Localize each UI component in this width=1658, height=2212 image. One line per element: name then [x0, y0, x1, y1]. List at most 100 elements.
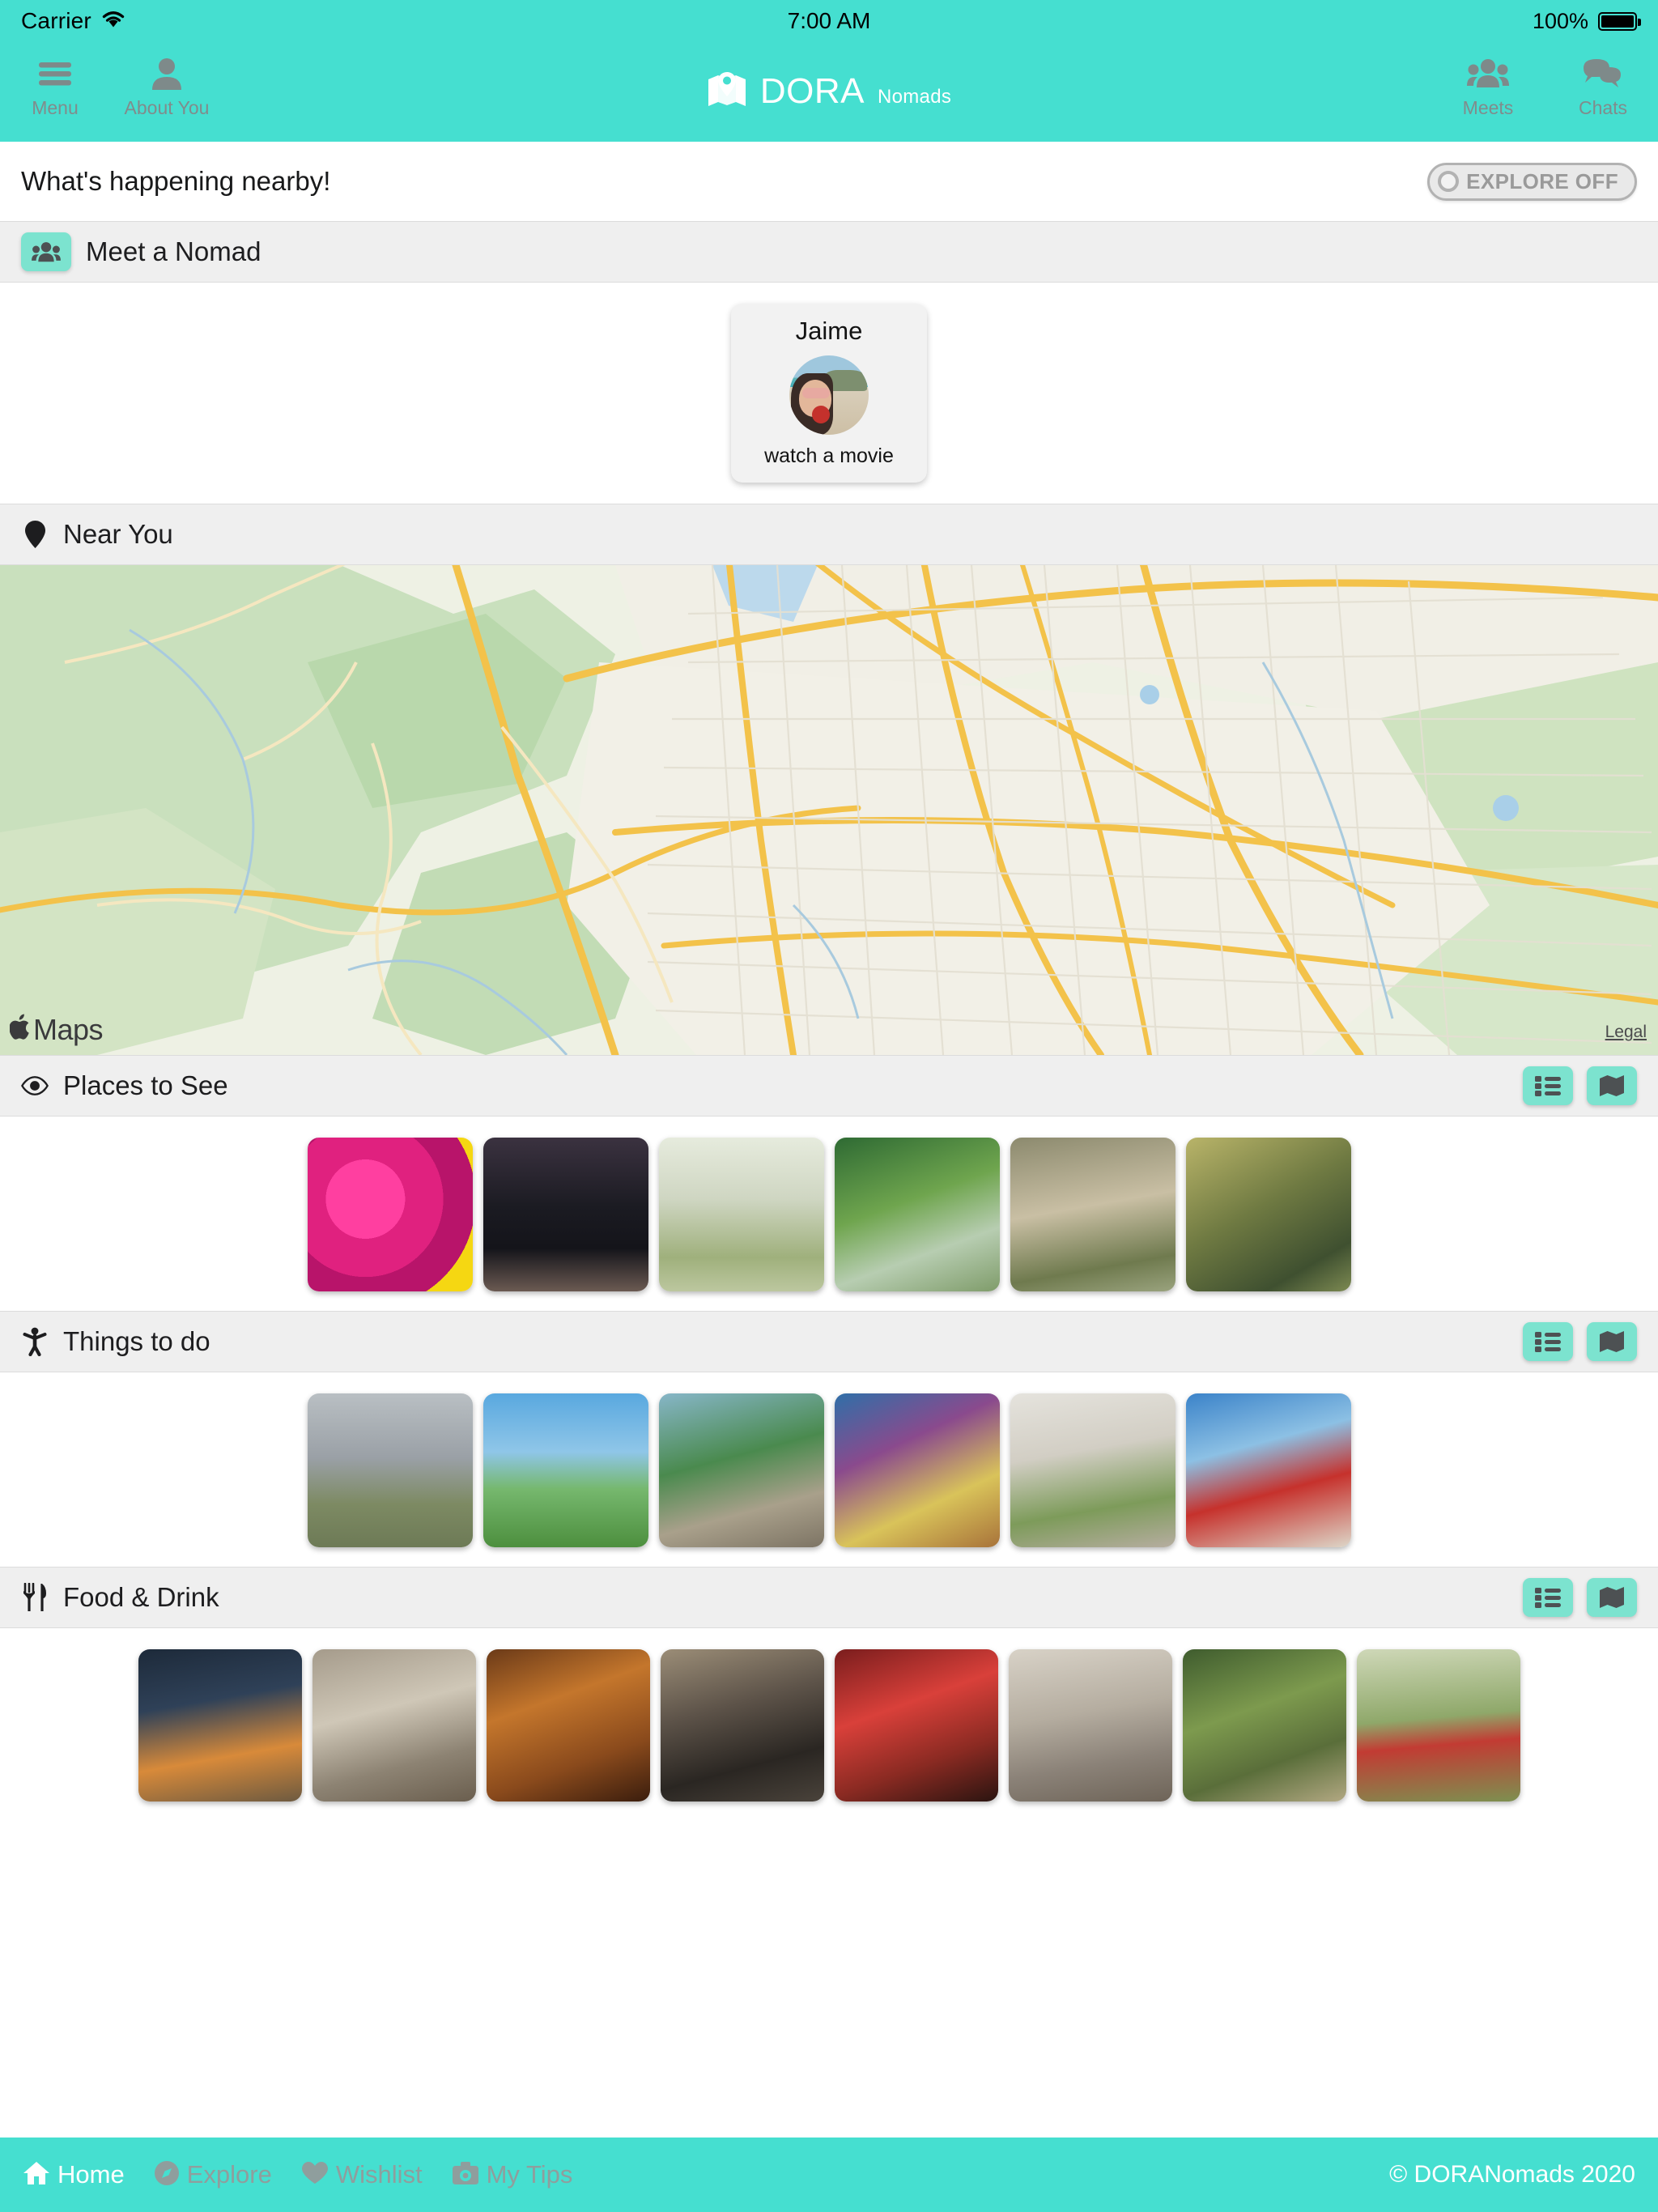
- thumbnail[interactable]: [307, 1393, 473, 1547]
- apple-logo-icon: [9, 1013, 31, 1047]
- thumbnail[interactable]: [1182, 1649, 1346, 1802]
- nav-button-menu[interactable]: Menu: [18, 53, 92, 119]
- avatar: [789, 355, 869, 435]
- person-activity-icon: [21, 1327, 49, 1356]
- eye-icon: [21, 1075, 49, 1096]
- section-title-things-to-do: Things to do: [63, 1326, 210, 1356]
- list-view-icon[interactable]: [1523, 1322, 1573, 1361]
- section-title-food-and-drink: Food & Drink: [63, 1582, 219, 1612]
- heart-icon: [301, 2161, 329, 2189]
- thumbnail[interactable]: [1008, 1649, 1172, 1802]
- map-view-icon[interactable]: [1587, 1066, 1637, 1105]
- hamburger-menu-icon: [37, 53, 73, 94]
- thumbnail-row-food-and-drink: [0, 1628, 1658, 1821]
- section-header-food-and-drink: Food & Drink: [0, 1567, 1658, 1628]
- section-view-toggle-places-to-see: [1523, 1066, 1637, 1105]
- home-icon: [23, 2160, 50, 2190]
- bottom-navigation-bar: Home Explore Wishlist My Tips © DORANoma…: [0, 2138, 1658, 2212]
- thumbnail[interactable]: [834, 1138, 1000, 1291]
- map-legal-link[interactable]: Legal: [1605, 1023, 1647, 1042]
- thumbnail[interactable]: [1356, 1649, 1520, 1802]
- section-view-toggle-food-and-drink: [1523, 1578, 1637, 1617]
- footer-item-wishlist[interactable]: Wishlist: [301, 2160, 423, 2189]
- app-root: Carrier 7:00 AM 100% Menu About You DORA…: [0, 0, 1658, 2212]
- footer-label-my-tips: My Tips: [486, 2160, 573, 2189]
- footer-copyright: © DORANomads 2020: [1389, 2161, 1635, 2188]
- battery-full-icon: [1598, 11, 1641, 31]
- footer-label-home: Home: [57, 2160, 125, 2189]
- map-view-icon[interactable]: [1587, 1322, 1637, 1361]
- whats-happening-bar: What's happening nearby! EXPLORE OFF: [0, 142, 1658, 221]
- content-spacer: [0, 1821, 1658, 2138]
- footer-label-wishlist: Wishlist: [335, 2160, 423, 2189]
- toggle-knob-icon: [1438, 171, 1460, 192]
- section-title-places-to-see: Places to See: [63, 1070, 228, 1100]
- nomad-activity: watch a movie: [764, 445, 894, 467]
- map-pin-fold-icon: [707, 70, 747, 113]
- nav-label-chats: Chats: [1578, 97, 1628, 118]
- list-view-icon[interactable]: [1523, 1066, 1573, 1105]
- fork-knife-icon: [21, 1583, 49, 1612]
- thumbnail[interactable]: [312, 1649, 476, 1802]
- chat-bubbles-icon: [1582, 53, 1624, 94]
- map-view-icon[interactable]: [1587, 1578, 1637, 1617]
- nomad-card-strip: Jaime watch a movie: [0, 283, 1658, 504]
- thumbnail[interactable]: [138, 1649, 302, 1802]
- camera-icon: [452, 2161, 479, 2189]
- status-bar-right: 100%: [1532, 8, 1641, 34]
- status-time: 7:00 AM: [787, 8, 871, 33]
- map-attribution-label: Maps: [33, 1013, 104, 1046]
- footer-label-explore: Explore: [186, 2160, 272, 2189]
- status-bar: Carrier 7:00 AM 100%: [0, 0, 1658, 42]
- footer-item-home[interactable]: Home: [23, 2160, 125, 2190]
- thumbnail[interactable]: [1185, 1393, 1351, 1547]
- whats-happening-title: What's happening nearby!: [21, 166, 331, 196]
- thumbnail-row-places-to-see: [0, 1117, 1658, 1311]
- topnav-left-group: Menu About You: [18, 53, 209, 119]
- thumbnail[interactable]: [483, 1393, 648, 1547]
- section-header-things-to-do: Things to do: [0, 1311, 1658, 1372]
- thumbnail[interactable]: [483, 1138, 648, 1291]
- people-group-icon: [1467, 53, 1509, 94]
- thumbnail[interactable]: [834, 1393, 1000, 1547]
- thumbnail-row-things-to-do: [0, 1372, 1658, 1567]
- section-header-meet-a-nomad: Meet a Nomad: [0, 221, 1658, 283]
- compass-icon: [154, 2160, 180, 2190]
- thumbnail[interactable]: [834, 1649, 998, 1802]
- list-view-icon[interactable]: [1523, 1578, 1573, 1617]
- section-title-near-you: Near You: [63, 519, 173, 549]
- thumbnail[interactable]: [486, 1649, 650, 1802]
- nomad-name: Jaime: [795, 317, 863, 345]
- people-group-icon: [21, 232, 71, 271]
- brand-title: DORA: [759, 70, 865, 111]
- location-pin-icon: [21, 520, 49, 549]
- footer-item-explore[interactable]: Explore: [154, 2160, 272, 2190]
- explore-toggle[interactable]: EXPLORE OFF: [1427, 162, 1637, 201]
- section-view-toggle-things-to-do: [1523, 1322, 1637, 1361]
- nomad-card[interactable]: Jaime watch a movie: [731, 304, 927, 483]
- thumbnail[interactable]: [1010, 1138, 1175, 1291]
- nav-button-meets[interactable]: Meets: [1451, 53, 1525, 119]
- thumbnail[interactable]: [1010, 1393, 1175, 1547]
- brand-subtitle: Nomads: [877, 86, 952, 108]
- nav-label-about-you: About You: [124, 97, 210, 118]
- thumbnail[interactable]: [307, 1138, 473, 1291]
- thumbnail[interactable]: [1185, 1138, 1351, 1291]
- top-navigation-bar: Menu About You DORA Nomads Meets Chats: [0, 42, 1658, 142]
- brand-logo: DORA Nomads: [0, 70, 1658, 113]
- person-icon: [149, 53, 185, 94]
- battery-percent-label: 100%: [1532, 8, 1588, 33]
- section-header-places-to-see: Places to See: [0, 1055, 1658, 1117]
- section-header-near-you: Near You: [0, 504, 1658, 565]
- thumbnail[interactable]: [658, 1138, 824, 1291]
- nav-button-about-you[interactable]: About You: [125, 53, 209, 119]
- nav-button-chats[interactable]: Chats: [1566, 53, 1640, 119]
- thumbnail[interactable]: [658, 1393, 824, 1547]
- explore-toggle-label: EXPLORE OFF: [1466, 168, 1618, 194]
- nav-label-menu: Menu: [32, 97, 79, 118]
- map-view[interactable]: Bear C El Corte de Madera Creek Open Spa…: [0, 565, 1658, 1055]
- footer-item-my-tips[interactable]: My Tips: [452, 2160, 573, 2189]
- section-title-meet-a-nomad: Meet a Nomad: [86, 236, 261, 266]
- thumbnail[interactable]: [660, 1649, 824, 1802]
- nav-label-meets: Meets: [1462, 97, 1514, 118]
